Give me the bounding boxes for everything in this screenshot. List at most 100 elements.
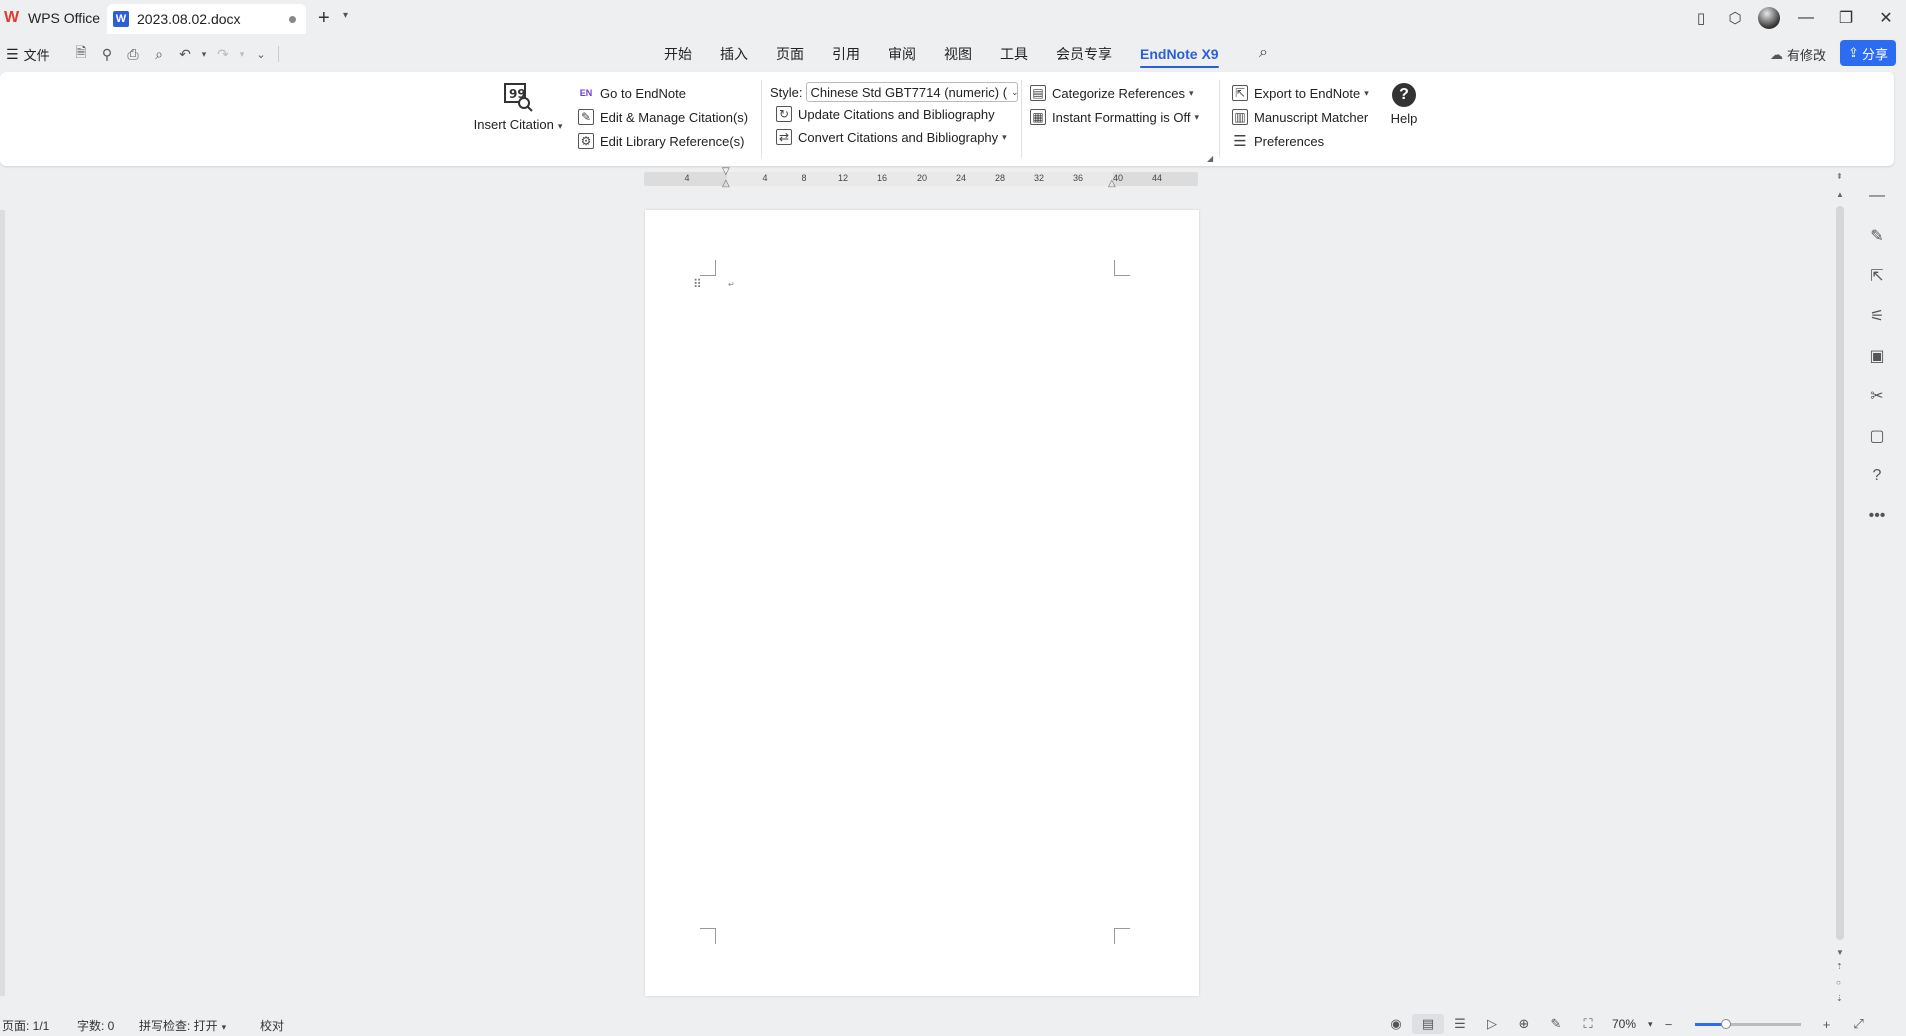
insert-citation-button[interactable]: 99 Insert Citation ▾ bbox=[470, 82, 566, 132]
categorize-icon: ▤ bbox=[1030, 85, 1046, 101]
modified-status[interactable]: ☁ 有修改 bbox=[1770, 45, 1826, 64]
preferences-button[interactable]: ☰ Preferences bbox=[1232, 133, 1325, 150]
scroll-top-icon[interactable]: ⇞ bbox=[1836, 172, 1843, 181]
next-page-icon[interactable]: ⇣ bbox=[1836, 994, 1843, 1003]
style-dropdown[interactable]: Chinese Std GBT7714 (numeric) ( ⌄ bbox=[805, 82, 1018, 102]
minimize-icon[interactable]: — bbox=[1786, 0, 1826, 36]
play-icon[interactable]: ▷ bbox=[1476, 1014, 1508, 1034]
go-to-endnote-label: Go to EndNote bbox=[600, 85, 686, 101]
print-icon[interactable]: ⎙ bbox=[120, 42, 146, 66]
tab-home-label: WPS Office bbox=[28, 10, 101, 26]
cube-icon[interactable]: ⬡ bbox=[1718, 0, 1752, 36]
image-edit-icon[interactable]: ▣ bbox=[1862, 336, 1892, 376]
select-cursor-icon[interactable]: ⇱ bbox=[1862, 256, 1892, 296]
style-value: Chinese Std GBT7714 (numeric) ( bbox=[810, 84, 1008, 100]
tab-document[interactable]: W 2023.08.02.docx bbox=[107, 4, 306, 34]
zoom-slider[interactable] bbox=[1694, 1018, 1801, 1029]
document-page[interactable]: ⠿ ↵ bbox=[645, 210, 1199, 996]
left-indent-marker[interactable]: △ bbox=[722, 178, 730, 189]
word-count[interactable]: 字数: 0 bbox=[77, 1017, 114, 1034]
proofread-button[interactable]: 校对 bbox=[260, 1017, 284, 1034]
page-view-icon[interactable]: ▤ bbox=[1412, 1014, 1444, 1034]
share-label: 分享 bbox=[1861, 46, 1888, 62]
scroll-down-icon[interactable]: ▼ bbox=[1836, 948, 1844, 957]
browse-object-icon[interactable]: ○ bbox=[1836, 978, 1841, 987]
unsaved-dot-icon[interactable] bbox=[289, 16, 296, 23]
right-indent-marker[interactable]: △ bbox=[1108, 178, 1116, 189]
tools-icon[interactable]: ✂ bbox=[1862, 376, 1892, 416]
search-icon[interactable]: ⌕ bbox=[1259, 44, 1268, 62]
undo-chevron-down-icon[interactable]: ▾ bbox=[198, 42, 210, 66]
file-menu[interactable]: ☰ 文件 bbox=[6, 45, 50, 64]
first-line-indent-marker[interactable]: ▽ bbox=[722, 166, 730, 177]
redo-icon[interactable]: ↷ bbox=[210, 42, 236, 66]
more-icon[interactable]: ••• bbox=[1862, 496, 1892, 536]
tab-insert[interactable]: 插入 bbox=[706, 36, 762, 72]
collapse-panel-icon[interactable]: — bbox=[1862, 176, 1892, 216]
vertical-scrollbar[interactable] bbox=[1836, 206, 1844, 940]
tab-endnote[interactable]: EndNote X9 bbox=[1126, 36, 1233, 72]
update-citations-button[interactable]: ↻ Update Citations and Bibliography bbox=[776, 106, 995, 122]
tab-start[interactable]: 开始 bbox=[650, 36, 706, 72]
help-button[interactable]: ? Help bbox=[1386, 83, 1422, 126]
new-tab-plus-icon[interactable]: + bbox=[318, 7, 330, 30]
ruler-tick: 4 bbox=[762, 173, 768, 183]
fullscreen-icon[interactable]: ⤢ bbox=[1843, 1014, 1875, 1034]
insert-citation-label: Insert Citation bbox=[473, 117, 554, 132]
edit-library-reference-button[interactable]: ⚙ Edit Library Reference(s) bbox=[578, 133, 745, 149]
zoom-in-icon[interactable]: + bbox=[1811, 1014, 1843, 1034]
zoom-level[interactable]: 70% bbox=[1612, 1017, 1636, 1031]
undo-icon[interactable]: ↶ bbox=[172, 42, 198, 66]
spellcheck-status[interactable]: 拼写检查: 打开 ▾ bbox=[139, 1017, 226, 1034]
tab-references[interactable]: 引用 bbox=[818, 36, 874, 72]
save-icon[interactable]: 🗎 bbox=[68, 42, 94, 66]
previous-page-icon[interactable]: ⇡ bbox=[1836, 962, 1843, 971]
go-to-endnote-button[interactable]: EN Go to EndNote bbox=[578, 85, 686, 101]
tab-tools[interactable]: 工具 bbox=[986, 36, 1042, 72]
margin-corner-mark bbox=[1114, 260, 1130, 276]
help-circle-icon[interactable]: ? bbox=[1862, 456, 1892, 496]
word-doc-icon: W bbox=[113, 11, 129, 27]
margin-corner-mark bbox=[700, 260, 716, 276]
edit-manage-citations-button[interactable]: ✎ Edit & Manage Citation(s) bbox=[578, 109, 748, 125]
share-link-icon[interactable]: ⚲ bbox=[94, 42, 120, 66]
restore-icon[interactable]: ❐ bbox=[1826, 0, 1866, 36]
export-to-endnote-button[interactable]: ⇱ Export to EndNote ▾ bbox=[1232, 85, 1369, 101]
categorize-references-button[interactable]: ▤ Categorize References ▾ bbox=[1030, 85, 1194, 101]
chevron-down-icon: ▾ bbox=[1194, 111, 1200, 122]
page-count[interactable]: 页面: 1/1 bbox=[2, 1017, 49, 1034]
pen-mode-icon[interactable]: ✎ bbox=[1540, 1014, 1572, 1034]
avatar[interactable] bbox=[1758, 7, 1780, 29]
scroll-up-icon[interactable]: ▲ bbox=[1836, 190, 1844, 199]
paragraph-drag-handle-icon[interactable]: ⠿ bbox=[693, 277, 702, 291]
manuscript-matcher-button[interactable]: ▥ Manuscript Matcher bbox=[1232, 109, 1368, 125]
instant-formatting-button[interactable]: ▦ Instant Formatting is Off ▾ bbox=[1030, 109, 1199, 125]
outline-view-icon[interactable]: ☰ bbox=[1444, 1014, 1476, 1034]
tab-member[interactable]: 会员专享 bbox=[1042, 36, 1126, 72]
layout-icon[interactable]: ▯ bbox=[1684, 0, 1718, 36]
dialog-launcher-icon[interactable]: ◢ bbox=[1207, 154, 1213, 163]
style-label: Style: bbox=[770, 84, 803, 100]
print-preview-icon[interactable]: ⌕ bbox=[146, 42, 172, 66]
zoom-slider-knob[interactable] bbox=[1721, 1018, 1732, 1029]
share-button[interactable]: ⇪ 分享 bbox=[1840, 40, 1896, 66]
new-tab-chevron-down-icon[interactable]: ▾ bbox=[343, 10, 348, 21]
tab-page[interactable]: 页面 bbox=[762, 36, 818, 72]
vertical-ruler[interactable] bbox=[0, 210, 5, 996]
customize-chevron-down-icon[interactable]: ⌄ bbox=[248, 42, 274, 66]
horizontal-ruler[interactable]: 4 4 8 12 16 20 24 28 32 36 40 44 ▽ △ △ bbox=[644, 166, 1198, 189]
fit-page-icon[interactable]: ⛶ bbox=[1572, 1014, 1604, 1034]
redo-chevron-down-icon[interactable]: ▾ bbox=[236, 42, 248, 66]
close-icon[interactable]: ✕ bbox=[1866, 0, 1906, 36]
book-search-icon[interactable]: ▢ bbox=[1862, 416, 1892, 456]
pen-icon[interactable]: ✎ bbox=[1862, 216, 1892, 256]
tab-view[interactable]: 视图 bbox=[930, 36, 986, 72]
tab-wps-home[interactable]: W WPS Office bbox=[0, 4, 104, 32]
preferences-label: Preferences bbox=[1254, 133, 1325, 149]
tab-review[interactable]: 审阅 bbox=[874, 36, 930, 72]
eye-icon[interactable]: ◉ bbox=[1380, 1014, 1412, 1034]
sliders-icon[interactable]: ⚟ bbox=[1862, 296, 1892, 336]
zoom-out-icon[interactable]: − bbox=[1653, 1014, 1685, 1034]
web-view-icon[interactable]: ⊕ bbox=[1508, 1014, 1540, 1034]
convert-citations-button[interactable]: ⇄ Convert Citations and Bibliography ▾ bbox=[776, 129, 1007, 145]
